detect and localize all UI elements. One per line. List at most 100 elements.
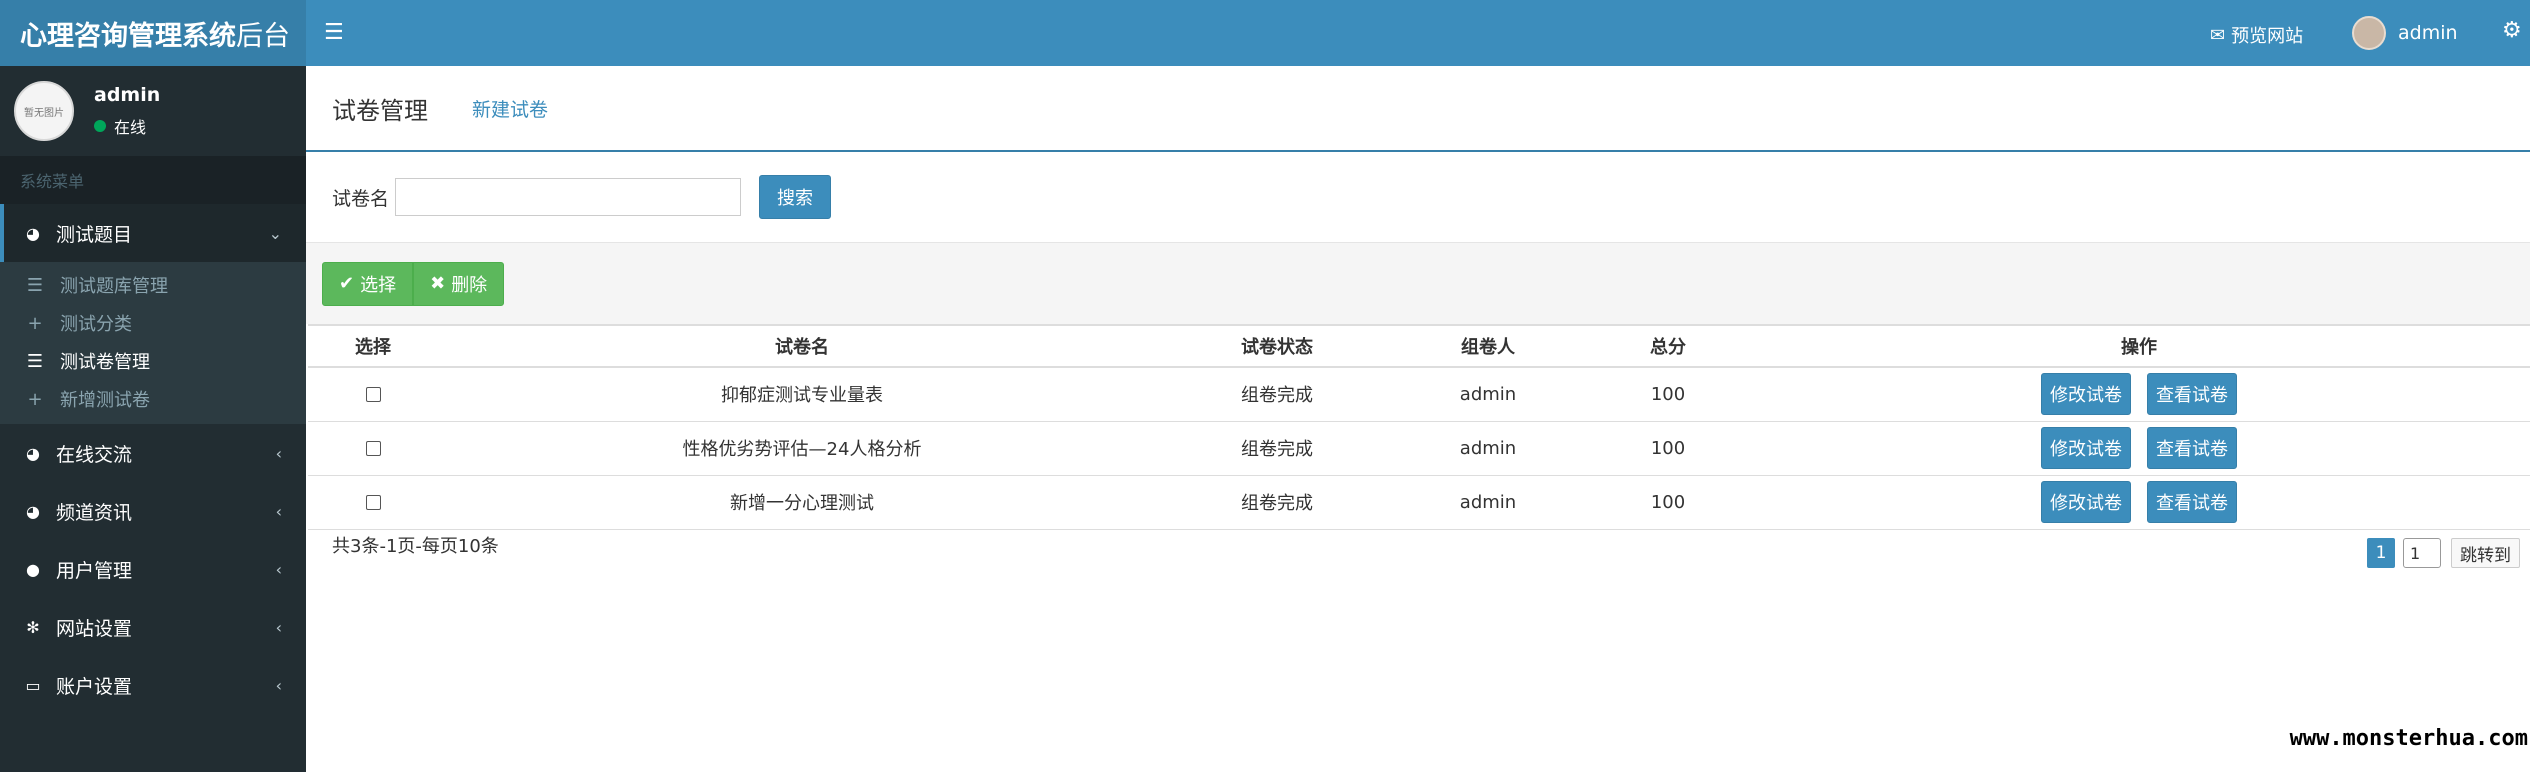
user-panel: 暂无图片 admin 在线	[0, 66, 306, 156]
cell-paper-status: 组卷完成	[1166, 421, 1388, 476]
pie-chart-icon: ◕	[26, 501, 40, 521]
sidebar-subitem-test-category[interactable]: + 测试分类	[0, 304, 306, 342]
watermark-text: www.monsterhua.com	[2289, 726, 2528, 751]
paper-name-search-input[interactable]	[395, 178, 742, 216]
row-checkbox[interactable]	[365, 495, 381, 510]
pie-chart-icon: ◕	[26, 223, 40, 243]
edit-paper-button[interactable]: 修改试卷	[2041, 427, 2131, 469]
new-paper-link[interactable]: 新建试卷	[472, 95, 548, 122]
preview-site-link[interactable]: ✉ 预览网站	[2210, 22, 2303, 48]
cell-paper-author: admin	[1388, 421, 1588, 476]
settings-gears-icon[interactable]: ⚙	[2502, 18, 2522, 43]
top-user-name: admin	[2398, 22, 2458, 44]
avatar-placeholder-text: 暂无图片	[24, 107, 64, 119]
col-header-status: 试卷状态	[1166, 324, 1388, 368]
chevron-left-icon: ‹	[275, 617, 282, 637]
sidebar-subitem-paper-management[interactable]: ☰ 测试卷管理	[0, 342, 306, 380]
page-jump-input[interactable]: 1	[2403, 538, 2441, 568]
top-avatar	[2352, 16, 2386, 50]
row-checkbox[interactable]	[365, 441, 381, 456]
select-all-label: 选择	[360, 274, 397, 296]
check-icon: ✔	[339, 273, 355, 294]
col-header-name: 试卷名	[438, 324, 1166, 368]
sidebar-subitem-label: 测试卷管理	[60, 352, 150, 373]
delete-button[interactable]: ✖ 删除	[413, 261, 505, 306]
sidebar: 心理咨询管理系统 后台 暂无图片 admin 在线 系统菜单 ◕ 测试题目 ⌄ ☰…	[0, 0, 306, 772]
app-title-bold: 心理咨询管理系统	[20, 20, 236, 52]
submenu-test-questions: ☰ 测试题库管理 + 测试分类 ☰ 测试卷管理 + 新增测试卷	[0, 262, 306, 424]
cell-paper-status: 组卷完成	[1166, 367, 1388, 422]
cell-paper-author: admin	[1388, 475, 1588, 530]
sidebar-item-account-settings[interactable]: ▭ 账户设置 ‹	[0, 656, 306, 714]
page-header: 试卷管理 新建试卷	[306, 66, 2530, 152]
table-row: 性格优劣势评估—24人格分析 组卷完成 admin 100 修改试卷 查看试卷	[308, 421, 2530, 476]
paper-table: 选择 试卷名 试卷状态 组卷人 总分 操作 抑郁症测试专业量表 组卷完成 adm…	[308, 324, 2530, 530]
menu-header: 系统菜单	[0, 156, 306, 204]
user-status: 在线	[94, 114, 160, 138]
pagination-row: 共3条-1页-每页10条 1 1 跳转到	[306, 530, 2530, 570]
cell-paper-status: 组卷完成	[1166, 475, 1388, 530]
sidebar-subitem-label: 测试分类	[60, 314, 132, 335]
envelope-icon: ✉	[2210, 24, 2226, 46]
view-paper-button[interactable]: 查看试卷	[2147, 481, 2237, 523]
cell-paper-name: 性格优劣势评估—24人格分析	[438, 421, 1166, 476]
app-logo[interactable]: 心理咨询管理系统 后台	[0, 0, 306, 66]
sidebar-item-label: 频道资讯	[56, 501, 133, 524]
col-header-author: 组卷人	[1388, 324, 1588, 368]
select-all-button[interactable]: ✔ 选择	[322, 261, 414, 306]
list-icon: ☰	[26, 274, 44, 296]
row-checkbox[interactable]	[365, 387, 381, 403]
table-header-row: 选择 试卷名 试卷状态 组卷人 总分 操作	[308, 324, 2530, 368]
sidebar-item-test-questions[interactable]: ◕ 测试题目 ⌄	[0, 204, 306, 262]
sidebar-subitem-label: 测试题库管理	[60, 276, 168, 297]
table-toolbar: ✔ 选择 ✖ 删除	[306, 242, 2530, 324]
plus-icon: +	[27, 312, 43, 334]
search-button[interactable]: 搜索	[759, 175, 832, 219]
sidebar-item-label: 账户设置	[56, 675, 133, 698]
chevron-left-icon: ‹	[275, 559, 282, 579]
sidebar-item-label: 网站设置	[56, 617, 133, 640]
page-jump-button[interactable]: 跳转到	[2451, 538, 2520, 568]
col-header-score: 总分	[1588, 324, 1748, 368]
search-label: 试卷名	[332, 187, 390, 210]
pagination-summary: 共3条-1页-每页10条	[332, 536, 499, 557]
sidebar-item-label: 在线交流	[56, 443, 133, 466]
cell-paper-name: 新增一分心理测试	[438, 475, 1166, 530]
top-user-menu[interactable]: admin	[2352, 16, 2458, 50]
pager: 1 1 跳转到	[2367, 538, 2520, 568]
view-paper-button[interactable]: 查看试卷	[2147, 373, 2237, 416]
sidebar-subitem-question-bank[interactable]: ☰ 测试题库管理	[0, 266, 306, 304]
edit-paper-button[interactable]: 修改试卷	[2041, 373, 2131, 416]
edit-paper-button[interactable]: 修改试卷	[2041, 481, 2131, 523]
plus-icon: +	[27, 388, 43, 410]
sidebar-item-site-settings[interactable]: ✻ 网站设置 ‹	[0, 598, 306, 656]
user-status-label: 在线	[114, 118, 147, 137]
view-paper-button[interactable]: 查看试卷	[2147, 427, 2237, 469]
page-number-current[interactable]: 1	[2367, 538, 2395, 568]
sidebar-item-channel-news[interactable]: ◕ 频道资讯 ‹	[0, 482, 306, 540]
cell-actions: 修改试卷 查看试卷	[1748, 475, 2530, 530]
chevron-left-icon: ‹	[275, 443, 282, 463]
gear-icon: ✻	[26, 617, 40, 637]
cell-paper-score: 100	[1588, 475, 1748, 530]
app-title-light: 后台	[236, 20, 290, 52]
delete-label: 删除	[451, 274, 488, 296]
chevron-left-icon: ‹	[275, 501, 282, 521]
sidebar-subitem-label: 新增测试卷	[60, 390, 150, 411]
user-name: admin	[94, 84, 161, 106]
close-icon: ✖	[430, 273, 446, 294]
table-row: 新增一分心理测试 组卷完成 admin 100 修改试卷 查看试卷	[308, 475, 2530, 530]
col-header-select: 选择	[308, 324, 438, 368]
page-title: 试卷管理	[332, 96, 428, 125]
sidebar-item-label: 测试题目	[56, 223, 133, 246]
sidebar-toggle-icon[interactable]: ☰	[324, 20, 344, 45]
search-form: 试卷名 搜索	[306, 152, 2530, 242]
sidebar-item-online-chat[interactable]: ◕ 在线交流 ‹	[0, 424, 306, 482]
sidebar-subitem-new-paper[interactable]: + 新增测试卷	[0, 380, 306, 418]
chevron-left-icon: ‹	[275, 675, 282, 695]
cell-paper-name: 抑郁症测试专业量表	[438, 367, 1166, 422]
cell-paper-score: 100	[1588, 421, 1748, 476]
user-info: admin 在线	[94, 84, 160, 138]
sidebar-item-user-management[interactable]: ● 用户管理 ‹	[0, 540, 306, 598]
avatar: 暂无图片	[14, 81, 74, 141]
